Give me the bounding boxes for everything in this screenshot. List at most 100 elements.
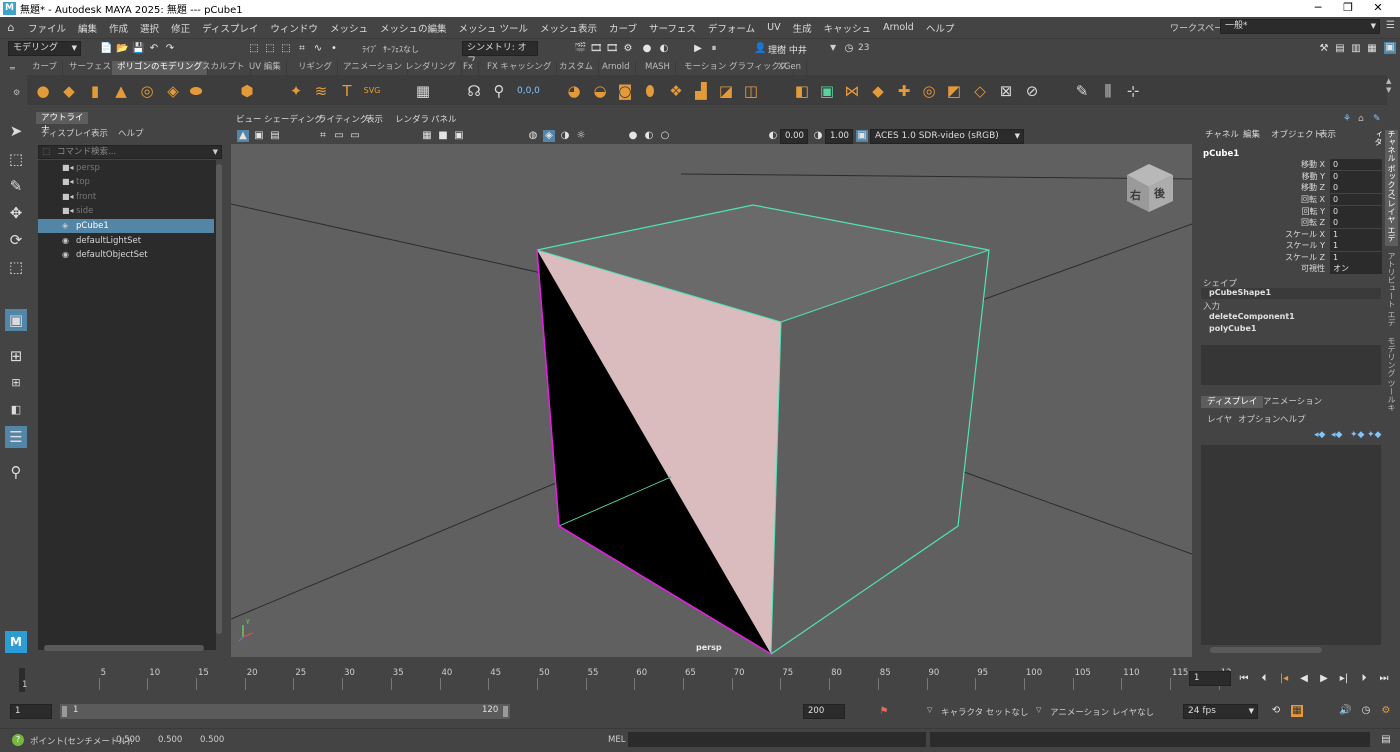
viewport-menu-lighting[interactable]: ライティング <box>318 113 368 127</box>
bridge-edge-icon[interactable]: ⋈ <box>843 82 861 100</box>
textured-icon[interactable]: ◑ <box>559 130 571 142</box>
attr-value[interactable]: 0 <box>1330 171 1382 182</box>
gamma-field[interactable]: 1.00 <box>825 129 853 144</box>
attr-scale-y[interactable]: スケール Y 1 <box>1201 240 1382 251</box>
side-tab-attribute-editor[interactable]: アトリビュート エディタ <box>1385 252 1398 332</box>
scene-start-field[interactable]: 1 <box>10 704 52 719</box>
help-icon[interactable]: ? <box>12 734 24 746</box>
text-icon[interactable]: T <box>338 82 356 100</box>
menu-file[interactable]: ファイル <box>22 21 72 35</box>
new-layer-selected-icon[interactable]: ✦◆ <box>1367 430 1381 440</box>
chevron-down-icon[interactable]: ▼ <box>830 43 836 52</box>
select-tool-icon[interactable]: ➤ <box>5 120 27 142</box>
render-settings-icon[interactable]: ⚙ <box>622 43 634 55</box>
chevron-down-icon[interactable]: ▽ <box>1036 706 1041 714</box>
select-object-icon[interactable]: ⬚ <box>264 43 276 55</box>
tool-settings-icon[interactable]: ▥ <box>1350 43 1362 55</box>
menu-cache[interactable]: キャッシュ <box>818 21 878 35</box>
symmetry-dropdown[interactable]: シンメトリ: オフ <box>462 41 538 66</box>
bevel-icon[interactable]: ▣ <box>818 82 836 100</box>
home-icon[interactable]: ⌂ <box>0 21 22 34</box>
attr-value[interactable]: 0 <box>1330 206 1382 217</box>
multi-cut-icon[interactable]: ✎ <box>1073 82 1091 100</box>
snap-point-icon[interactable]: • <box>328 43 340 55</box>
film-gate-icon[interactable]: ▭ <box>333 130 345 142</box>
outliner-menu-help[interactable]: ヘルプ <box>118 127 144 139</box>
menu-help[interactable]: ヘルプ <box>920 21 961 35</box>
current-frame-field[interactable]: 1 <box>1189 671 1231 686</box>
menu-surfaces[interactable]: サーフェス <box>643 21 702 35</box>
shelf-tab-surfaces[interactable]: サーフェス <box>64 61 117 75</box>
poly-disc-icon[interactable]: ⬬ <box>187 82 205 100</box>
clock-icon[interactable]: ◷ <box>843 43 855 55</box>
layer-tab-animation[interactable]: アニメーション <box>1257 396 1328 408</box>
hypershade-icon[interactable]: ● <box>641 43 653 55</box>
save-scene-icon[interactable]: 💾 <box>132 43 144 55</box>
outliner-title-tab[interactable]: アウトライナ <box>36 112 88 135</box>
menu-set-dropdown[interactable]: モデリング ▼ <box>8 41 81 56</box>
menu-mesh-display[interactable]: メッシュ表示 <box>534 21 603 35</box>
scale-tool-icon[interactable]: ⬚ <box>5 256 27 278</box>
viewcube-right-label[interactable]: 右 <box>1130 187 1141 203</box>
shape-row[interactable]: pCubeShape1 <box>1201 288 1381 299</box>
shelf-tab-rigging[interactable]: リギング <box>293 61 339 75</box>
delete-edge-icon[interactable]: ⊘ <box>1023 82 1041 100</box>
shelf-tab-poly-modeling[interactable]: ポリゴンのモデリング <box>112 61 209 75</box>
wireframe-icon[interactable]: ▦ <box>421 130 433 142</box>
attr-translate-y[interactable]: 移動 Y 0 <box>1201 171 1382 182</box>
append-polygon-icon[interactable]: ◆ <box>869 82 887 100</box>
attr-value[interactable]: 0 <box>1330 159 1382 170</box>
wedge-icon[interactable]: ◎ <box>920 82 938 100</box>
channel-box-object-name[interactable]: pCube1 <box>1203 149 1239 159</box>
edit-icon[interactable]: ✎ <box>1373 114 1381 124</box>
poly-cube-icon[interactable]: ◆ <box>60 82 78 100</box>
sound-icon[interactable]: 🔊 <box>1339 705 1351 717</box>
attribute-editor-icon[interactable]: ▤ <box>1334 43 1346 55</box>
shelf-tab-arnold[interactable]: Arnold <box>597 61 636 75</box>
attr-value[interactable]: 0 <box>1330 182 1382 193</box>
channel-box-icon[interactable]: ▦ <box>1366 43 1378 55</box>
menu-modify[interactable]: 修正 <box>165 21 196 35</box>
rotate-tool-icon[interactable]: ⟳ <box>5 229 27 251</box>
animation-prefs-icon[interactable]: ⚙ <box>1380 705 1392 717</box>
menu-display[interactable]: ディスプレイ <box>196 21 264 35</box>
layer-editor-toggle-icon[interactable]: ▣ <box>1384 42 1396 54</box>
layer-menu-options[interactable]: オプション <box>1238 413 1281 425</box>
shelf-tab-mash[interactable]: MASH <box>640 61 676 75</box>
snap-grid-icon[interactable]: ⌗ <box>296 43 308 55</box>
outliner-horizontal-scrollbar[interactable] <box>44 645 204 651</box>
workspace-menu-icon[interactable]: ☰ <box>1386 20 1395 31</box>
attr-visibility[interactable]: 可視性 オン <box>1201 263 1382 274</box>
combine-icon[interactable]: ◕ <box>565 82 583 100</box>
play-backward-icon[interactable]: ◀ <box>1298 673 1310 685</box>
outliner-vertical-scrollbar[interactable] <box>216 164 222 634</box>
anim-layer-dropdown[interactable]: アニメーション レイヤなし <box>1050 706 1154 718</box>
channel-box-menu-edit[interactable]: 編集 <box>1243 128 1260 140</box>
move-layer-down-icon[interactable]: ◂◆ <box>1331 430 1342 440</box>
render-view-icon[interactable]: 🎬 <box>574 43 586 55</box>
select-hierarchy-icon[interactable]: ⬚ <box>248 43 260 55</box>
viewcube-back-label[interactable]: 後 <box>1154 185 1165 201</box>
color-management-icon[interactable]: ▣ <box>856 130 868 142</box>
shelf-options-icon[interactable]: ⚙ <box>13 88 20 97</box>
quad-draw-icon[interactable]: ⊹ <box>1124 82 1142 100</box>
arnold-render-icon[interactable]: ◐ <box>658 43 670 55</box>
smooth-shade-icon[interactable]: ■ <box>437 130 449 142</box>
side-tab-modeling-toolkit[interactable]: モデリング ツールキット <box>1385 337 1398 412</box>
search-icon[interactable]: ⚲ <box>5 461 27 483</box>
soft-select-icon[interactable]: ⚲ <box>490 82 508 100</box>
collapse-icon[interactable]: ⊠ <box>997 82 1015 100</box>
fill-hole-icon[interactable]: ❖ <box>667 82 685 100</box>
shelf-tab-sculpt[interactable]: スカルプト <box>197 61 251 75</box>
layer-menu-layers[interactable]: レイヤ <box>1207 413 1232 425</box>
isolate-select-icon[interactable]: ◈ <box>543 130 555 142</box>
menu-mesh[interactable]: メッシュ <box>324 21 374 35</box>
attr-value[interactable]: オン <box>1330 263 1382 274</box>
channel-box-menu-channels[interactable]: チャネル <box>1205 128 1239 140</box>
extrude-icon[interactable]: ◧ <box>793 82 811 100</box>
viewport-menu-shading[interactable]: シェーディング <box>264 113 323 127</box>
persp-outliner-layout-icon[interactable]: ◧ <box>5 399 27 421</box>
go-to-end-icon[interactable]: ⏭ <box>1378 673 1390 685</box>
character-set-dropdown[interactable]: キャラクタ セットなし <box>941 706 1028 718</box>
xray-icon[interactable]: ◍ <box>527 130 539 142</box>
